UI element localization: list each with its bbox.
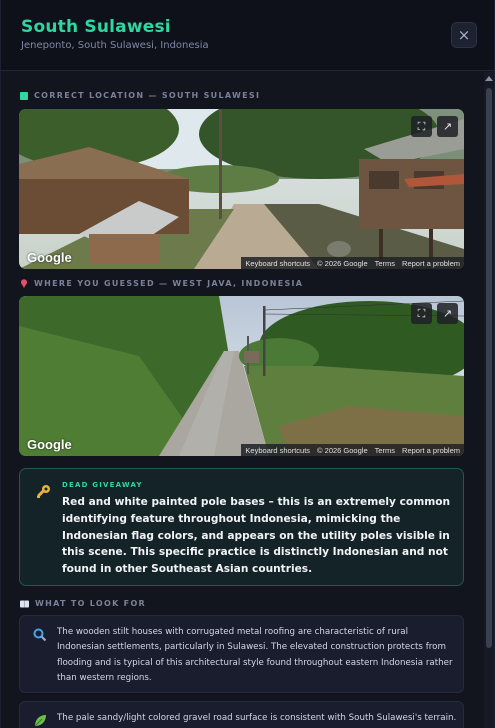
close-icon: × bbox=[457, 26, 471, 44]
guess-location-panorama[interactable]: ⛶ ↗ Google Keyboard shortcuts © 2026 Goo… bbox=[19, 296, 464, 456]
fullscreen-button[interactable]: ⛶ bbox=[411, 116, 432, 137]
close-button[interactable]: × bbox=[451, 22, 477, 48]
street-scene-west-java bbox=[19, 296, 464, 456]
correct-location-label: CORRECT LOCATION — SOUTH SULAWESI bbox=[20, 91, 260, 100]
open-in-maps-button[interactable]: ↗ bbox=[437, 116, 458, 137]
map-attribution: Keyboard shortcuts © 2026 Google Terms R… bbox=[241, 257, 464, 269]
keyboard-shortcuts-link[interactable]: Keyboard shortcuts bbox=[245, 259, 310, 268]
street-scene-sulawesi bbox=[19, 109, 464, 269]
modal-header: South Sulawesi Jeneponto, South Sulawesi… bbox=[1, 0, 494, 71]
report-problem-link[interactable]: Report a problem bbox=[402, 259, 460, 268]
book-icon bbox=[20, 600, 29, 607]
google-logo: Google bbox=[27, 437, 72, 452]
scroll-thumb[interactable] bbox=[486, 88, 492, 648]
fullscreen-button[interactable]: ⛶ bbox=[411, 303, 432, 324]
results-modal: South Sulawesi Jeneponto, South Sulawesi… bbox=[0, 0, 495, 728]
terms-link[interactable]: Terms bbox=[375, 446, 395, 455]
check-square-icon bbox=[20, 91, 28, 100]
giveaway-text: Red and white painted pole bases – this … bbox=[62, 496, 451, 576]
pin-icon bbox=[21, 279, 27, 288]
what-to-look-for-label: WHAT TO LOOK FOR bbox=[20, 599, 146, 608]
google-logo: Google bbox=[27, 250, 72, 265]
fullscreen-icon: ⛶ bbox=[417, 119, 426, 133]
scrollbar[interactable] bbox=[484, 72, 494, 728]
copyright-text: © 2026 Google bbox=[317, 258, 368, 268]
location-title: South Sulawesi bbox=[21, 17, 171, 37]
location-subtitle: Jeneponto, South Sulawesi, Indonesia bbox=[21, 40, 209, 51]
copyright-text: © 2026 Google bbox=[317, 445, 368, 455]
guess-location-label: WHERE YOU GUESSED — WEST JAVA, INDONESIA bbox=[20, 279, 303, 288]
map-attribution: Keyboard shortcuts © 2026 Google Terms R… bbox=[241, 444, 464, 456]
look-for-text: The pale sandy/light colored gravel road… bbox=[57, 713, 457, 723]
dead-giveaway-card: DEAD GIVEAWAY Red and white painted pole… bbox=[19, 468, 464, 586]
magnifier-icon bbox=[33, 628, 47, 642]
correct-location-panorama[interactable]: ⛶ ↗ Google Keyboard shortcuts © 2026 Goo… bbox=[19, 109, 464, 269]
leaf-icon bbox=[34, 715, 46, 727]
giveaway-tag: DEAD GIVEAWAY bbox=[62, 481, 143, 489]
external-link-icon: ↗ bbox=[442, 120, 453, 133]
look-for-text: The wooden stilt houses with corrugated … bbox=[57, 627, 453, 683]
terms-link[interactable]: Terms bbox=[375, 259, 395, 268]
keyboard-shortcuts-link[interactable]: Keyboard shortcuts bbox=[245, 446, 310, 455]
look-for-item: The wooden stilt houses with corrugated … bbox=[19, 615, 464, 693]
fullscreen-icon: ⛶ bbox=[417, 306, 426, 320]
external-link-icon: ↗ bbox=[442, 307, 453, 320]
open-in-maps-button[interactable]: ↗ bbox=[437, 303, 458, 324]
scroll-up-arrow-icon[interactable] bbox=[485, 76, 493, 81]
report-problem-link[interactable]: Report a problem bbox=[402, 446, 460, 455]
look-for-item: The pale sandy/light colored gravel road… bbox=[19, 701, 464, 728]
key-icon bbox=[37, 485, 50, 498]
